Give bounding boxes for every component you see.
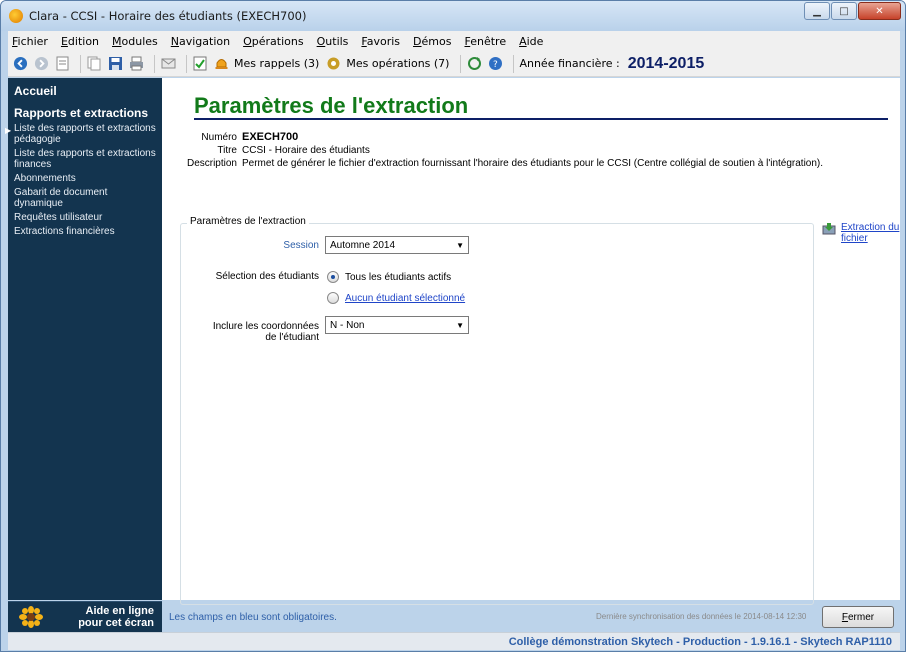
session-value: Automne 2014 — [330, 239, 396, 251]
radio-no-students[interactable]: Aucun étudiant sélectionné — [327, 292, 465, 304]
menu-bar: Fichier Edition Modules Navigation Opéra… — [8, 31, 900, 51]
back-icon[interactable] — [12, 56, 28, 72]
radio-all-students[interactable]: Tous les étudiants actifs — [327, 271, 451, 283]
session-dropdown[interactable]: Automne 2014 ▼ — [325, 236, 469, 254]
reminder-bell-icon[interactable] — [213, 56, 229, 72]
title-bar: Clara - CCSI - Horaire des étudiants (EX… — [1, 1, 905, 31]
page-title: Paramètres de l'extraction — [194, 93, 469, 118]
extract-file-icon — [822, 222, 836, 236]
gear-icon[interactable] — [325, 56, 341, 72]
toolbar-separator — [513, 54, 515, 73]
fiscal-year-value[interactable]: 2014-2015 — [628, 55, 705, 73]
description-label: Description — [186, 158, 237, 169]
status-bar: Collège démonstration Skytech - Producti… — [8, 632, 900, 650]
extract-file-link[interactable]: Extraction du fichier — [841, 222, 903, 244]
radio-all-students-label: Tous les étudiants actifs — [345, 271, 452, 283]
menu-outils[interactable]: Outils — [317, 35, 349, 48]
group-title: Paramètres de l'extraction — [187, 216, 309, 227]
extraction-parameters-group: Paramètres de l'extraction Session Autom… — [180, 216, 814, 605]
online-help-button[interactable]: Aide en ligne pour cet écran — [8, 601, 162, 632]
help-icon[interactable]: ? — [487, 56, 503, 72]
refresh-icon[interactable] — [466, 56, 482, 72]
sidebar-section-title[interactable]: Rapports et extractions — [8, 98, 162, 122]
window-controls: ▁ □ ✕ — [803, 2, 901, 20]
menu-edition[interactable]: Edition — [61, 35, 99, 48]
menu-demos[interactable]: Démos — [413, 35, 451, 48]
radio-unchecked-icon[interactable] — [327, 292, 339, 304]
student-selection-label: Sélection des étudiants — [215, 271, 319, 282]
session-label: Session — [283, 240, 319, 251]
titre-value: CCSI - Horaire des étudiants — [242, 145, 370, 156]
toolbar-separator — [154, 54, 155, 73]
sidebar-item-extractions-financieres[interactable]: Extractions financières — [8, 225, 162, 239]
include-coordinates-value: N - Non — [330, 319, 365, 331]
window-title: Clara - CCSI - Horaire des étudiants (EX… — [29, 9, 307, 23]
extract-file-action[interactable]: Extraction du fichier — [822, 222, 903, 244]
fiscal-year-label: Année financière : — [519, 57, 620, 70]
print-icon[interactable] — [128, 56, 144, 72]
description-value: Permet de générer le fichier d'extractio… — [242, 158, 824, 169]
include-coordinates-label: Inclure les coordonnées de l'étudiant — [212, 321, 319, 343]
required-fields-note: Les champs en bleu sont obligatoires. — [169, 612, 337, 623]
document-icon[interactable] — [54, 56, 70, 72]
include-coordinates-dropdown[interactable]: N - Non ▼ — [325, 316, 469, 334]
menu-navigation[interactable]: Navigation — [171, 35, 230, 48]
last-sync-text: Dernière synchronisation des données le … — [596, 612, 807, 621]
sunflower-icon — [18, 606, 44, 628]
sidebar-item-requetes[interactable]: Requêtes utilisateur — [8, 211, 162, 225]
sidebar-item-finances[interactable]: Liste des rapports et extractions financ… — [8, 147, 162, 172]
main-panel: Paramètres de l'extraction Numéro EXECH7… — [162, 78, 903, 628]
copy-icon[interactable] — [86, 56, 102, 72]
svg-text:?: ? — [493, 60, 498, 70]
app-window: Clara - CCSI - Horaire des étudiants (EX… — [0, 0, 906, 652]
chevron-down-icon: ▼ — [456, 240, 464, 250]
menu-fichier[interactable]: Fichier — [12, 35, 48, 48]
close-button[interactable]: Fermer — [822, 606, 894, 628]
menu-modules[interactable]: Modules — [112, 35, 158, 48]
info-row-numero: Numéro EXECH700 — [184, 131, 884, 144]
close-button-label: Fermer — [841, 611, 875, 623]
menu-fenetre[interactable]: Fenêtre — [464, 35, 506, 48]
sidebar-item-pedagogie[interactable]: Liste des rapports et extractions pédago… — [5, 122, 162, 147]
forward-icon[interactable] — [33, 56, 49, 72]
toolbar-separator — [80, 54, 81, 73]
sidebar: Accueil Rapports et extractions Liste de… — [5, 78, 162, 600]
titre-label: Titre — [217, 145, 237, 156]
radio-no-students-label[interactable]: Aucun étudiant sélectionné — [345, 293, 465, 304]
chevron-down-icon: ▼ — [456, 320, 464, 330]
my-operations-button[interactable]: Mes opérations (7) — [346, 57, 449, 70]
extraction-info: Numéro EXECH700 Titre CCSI - Horaire des… — [184, 131, 884, 170]
menu-aide[interactable]: Aide — [519, 35, 543, 48]
sidebar-item-abonnements[interactable]: Abonnements — [8, 172, 162, 186]
sidebar-home-link[interactable]: Accueil — [8, 78, 162, 98]
checklist-icon[interactable] — [192, 56, 208, 72]
radio-checked-icon[interactable] — [327, 271, 339, 283]
app-logo-icon — [9, 9, 23, 23]
toolbar: Mes rappels (3) Mes opérations (7) ? Ann… — [8, 51, 900, 77]
menu-operations[interactable]: Opérations — [243, 35, 304, 48]
numero-label: Numéro — [201, 132, 237, 143]
toolbar-separator — [186, 54, 187, 73]
title-divider — [194, 118, 888, 120]
numero-value: EXECH700 — [242, 131, 299, 143]
save-icon[interactable] — [107, 56, 123, 72]
sidebar-item-gabarit[interactable]: Gabarit de document dynamique — [8, 186, 162, 211]
mail-icon[interactable] — [160, 56, 176, 72]
info-row-titre: Titre CCSI - Horaire des étudiants — [184, 144, 884, 157]
maximize-button[interactable]: □ — [831, 2, 857, 20]
info-row-description: Description Permet de générer le fichier… — [184, 157, 884, 170]
online-help-label: Aide en ligne pour cet écran — [78, 605, 154, 629]
menu-favoris[interactable]: Favoris — [361, 35, 400, 48]
close-window-button[interactable]: ✕ — [858, 2, 901, 20]
minimize-button[interactable]: ▁ — [804, 2, 830, 20]
my-reminders-button[interactable]: Mes rappels (3) — [234, 57, 319, 70]
status-text: Collège démonstration Skytech - Producti… — [508, 635, 892, 648]
toolbar-separator — [460, 54, 462, 73]
